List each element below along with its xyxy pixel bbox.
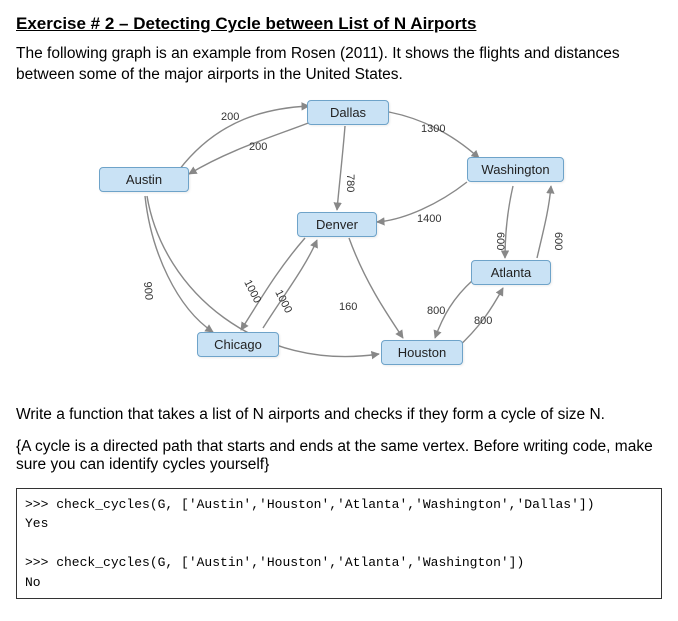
sample-repl: >>> check_cycles(G, ['Austin','Houston',… — [16, 488, 662, 600]
code-line: >>> check_cycles(G, ['Austin','Houston',… — [25, 497, 595, 512]
node-houston: Houston — [381, 340, 463, 365]
node-denver: Denver — [297, 212, 377, 237]
edge-label: 900 — [141, 281, 155, 300]
edge-label: 1400 — [417, 213, 441, 225]
edge-label: 160 — [339, 301, 357, 313]
edge-label: 800 — [427, 305, 445, 317]
edge-label: 1000 — [272, 288, 294, 315]
code-line: >>> check_cycles(G, ['Austin','Houston',… — [25, 555, 524, 570]
edge-label: 600 — [552, 232, 564, 250]
edge-label: 1000 — [241, 278, 263, 305]
graph-edges: 200 200 780 1300 1400 600 600 1000 1000 … — [59, 92, 619, 392]
node-atlanta: Atlanta — [471, 260, 551, 285]
airport-graph-diagram: 200 200 780 1300 1400 600 600 1000 1000 … — [59, 92, 619, 392]
node-dallas: Dallas — [307, 100, 389, 125]
exercise-intro: The following graph is an example from R… — [16, 44, 662, 86]
function-prompt: Write a function that takes a list of N … — [16, 406, 662, 424]
edge-label: 200 — [249, 141, 267, 153]
edge-label: 200 — [221, 111, 239, 123]
exercise-title: Exercise # 2 – Detecting Cycle between L… — [16, 14, 662, 34]
document-body: Exercise # 2 – Detecting Cycle between L… — [0, 0, 678, 615]
code-output: Yes — [25, 516, 48, 531]
node-austin: Austin — [99, 167, 189, 192]
edge-label: 780 — [344, 174, 356, 192]
node-chicago: Chicago — [197, 332, 279, 357]
edge-label: 1300 — [421, 123, 445, 135]
code-output: No — [25, 575, 41, 590]
edge-label: 800 — [474, 315, 492, 327]
cycle-note: {A cycle is a directed path that starts … — [16, 438, 662, 474]
edge-label: 600 — [494, 232, 506, 250]
node-washington: Washington — [467, 157, 564, 182]
